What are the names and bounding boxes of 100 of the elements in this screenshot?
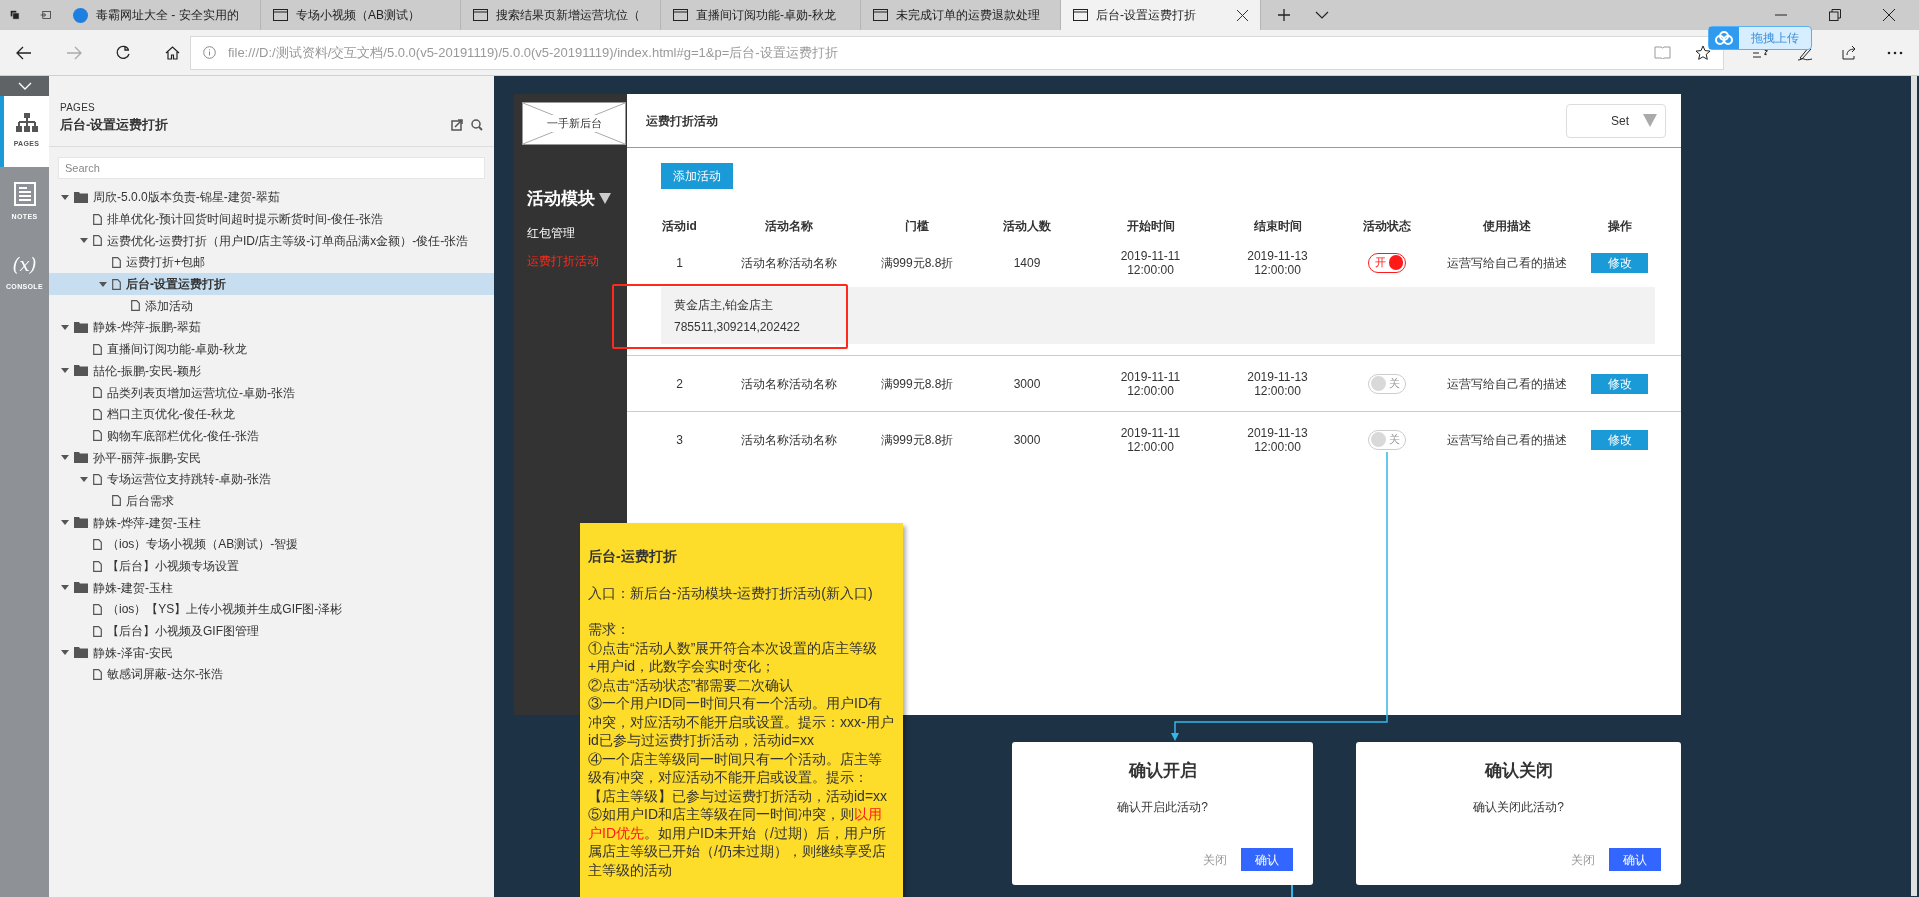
share-icon[interactable]: [1842, 45, 1858, 60]
requirement-text: ④一个店主等级同一时间只有一个活动。店主等级有冲突，对应活动不能开启或设置。提示：【店主等级】已参与过运费打折活动，活动id=xx: [588, 749, 889, 805]
tab-preview-icon[interactable]: [39, 8, 51, 22]
page-search-icon[interactable]: [471, 118, 483, 131]
expand-caret-icon[interactable]: [61, 585, 69, 591]
dialog-title: 确认关闭: [1484, 760, 1553, 782]
table-cell-text: 3: [676, 431, 683, 449]
nav-item[interactable]: 红包管理: [527, 223, 627, 242]
column-header: 开始时间: [1125, 218, 1176, 235]
table-cell: 2019-11-13 12:00:00: [1247, 369, 1308, 398]
expand-caret-icon[interactable]: [61, 650, 69, 656]
column-header: 门槛: [904, 218, 930, 235]
site-icon: [73, 7, 88, 23]
table-cell: 2019-11-13 12:00:00: [1247, 248, 1308, 277]
dropdown-triangle-icon: [1643, 114, 1657, 127]
chevron-down-icon[interactable]: [1315, 10, 1329, 20]
page-icon: [673, 9, 688, 21]
page-item[interactable]: 购物车底部栏优化-俊任-张浩: [49, 425, 494, 447]
restore-icon[interactable]: [1829, 9, 1841, 21]
table-cell-text: 活动名称活动名称: [740, 254, 837, 272]
folder-item[interactable]: 静姝-泽宙-安民: [49, 641, 494, 664]
page-item[interactable]: 直播间订阅功能-卓勋-秋龙: [49, 338, 494, 360]
folder-icon: [74, 517, 88, 529]
search-field[interactable]: Search: [58, 156, 485, 179]
folder-item[interactable]: 周欣-5.0.0版本负责-锦星-建贺-翠茹: [49, 186, 494, 209]
more-icon[interactable]: [1887, 50, 1903, 55]
collapse-chevron-icon[interactable]: [17, 82, 32, 90]
expand-caret-icon[interactable]: [61, 520, 69, 526]
table-cell: 2019-11-11 12:00:00: [1120, 425, 1181, 454]
participant-count[interactable]: 3000: [1013, 374, 1041, 393]
close-tab-icon[interactable]: [1237, 9, 1248, 21]
page-icon: [93, 387, 102, 399]
expand-caret-icon[interactable]: [61, 324, 69, 330]
refresh-icon[interactable]: [116, 45, 131, 60]
folder-item[interactable]: 静姝-烨萍-建贺-玉柱: [49, 511, 494, 534]
folder-icon: [74, 191, 88, 203]
page-icon: [93, 343, 102, 355]
note-entry: 入口：新后台-活动模块-运费打折活动(新入口): [588, 583, 874, 602]
page-icon: [93, 625, 102, 637]
page-icon: [873, 9, 888, 21]
cloud-icon: [1714, 31, 1734, 45]
participant-count[interactable]: 3000: [1013, 430, 1041, 449]
page-item[interactable]: 运费优化-运费打折（用户ID/店主等级-订单商品满x金额）-俊任-张浩: [49, 229, 494, 252]
star-icon[interactable]: [1695, 44, 1711, 61]
nav-heading[interactable]: 活动模块: [527, 186, 595, 212]
back-icon[interactable]: [16, 45, 32, 60]
note-title: 后台-运费打折: [588, 547, 678, 566]
page-item[interactable]: 【后台】小视频专场设置: [49, 555, 494, 577]
scrollbar[interactable]: [1911, 76, 1917, 896]
page-item[interactable]: 后台-设置运费打折: [49, 273, 494, 295]
status-toggle[interactable]: 开: [1367, 252, 1406, 273]
folder-item[interactable]: 孙平-丽萍-振鹏-安民: [49, 446, 494, 469]
export-icon[interactable]: [451, 118, 463, 131]
confirm-button[interactable]: 确认: [1609, 848, 1661, 871]
column-header: 活动id: [661, 218, 698, 235]
participant-count[interactable]: 1409: [1013, 253, 1041, 272]
page-item[interactable]: 运费打折+包邮: [49, 251, 494, 274]
dialog-message: 确认关闭此活动?: [1473, 798, 1564, 816]
page-item[interactable]: 后台需求: [49, 490, 494, 512]
page-icon: [93, 213, 102, 225]
table-cell-text: 活动名称活动名称: [740, 431, 837, 449]
page-item[interactable]: 添加活动: [49, 294, 494, 317]
expand-caret-icon[interactable]: [80, 238, 88, 244]
browser-tab[interactable]: 后台-设置运费打折: [1061, 0, 1261, 30]
info-icon: [203, 46, 216, 59]
page-icon: [112, 278, 121, 290]
table-cell-text: 满999元8.8折: [880, 254, 954, 272]
page-item[interactable]: 敏感词屏蔽-达尔-张浩: [49, 663, 494, 686]
table-cell-text: 活动名称活动名称: [740, 375, 837, 393]
folder-item[interactable]: 静姝-建贺-玉柱: [49, 576, 494, 599]
notes-icon: [13, 182, 36, 207]
set-dropdown[interactable]: Set: [1566, 103, 1666, 138]
expand-caret-icon[interactable]: [61, 368, 69, 374]
page-icon: [93, 668, 102, 680]
page-item[interactable]: 档口主页优化-俊任-秋龙: [49, 403, 494, 426]
tab-set-aside-icon[interactable]: [10, 8, 20, 22]
folder-item[interactable]: 喆伦-振鹏-安民-颖彤: [49, 360, 494, 382]
home-icon[interactable]: [165, 45, 180, 60]
close-icon[interactable]: [1883, 9, 1895, 21]
column-header: 活动人数: [1002, 218, 1052, 235]
folder-icon: [74, 365, 88, 377]
expand-caret-icon[interactable]: [61, 194, 69, 200]
page-item[interactable]: （ios）专场小视频（AB测试）-智援: [49, 533, 494, 556]
page-item[interactable]: 排单优化-预计回货时间超时提示断货时间-俊任-张浩: [49, 208, 494, 230]
table-cell-text: 运营写给自己看的描述: [1446, 431, 1567, 449]
page-icon: [93, 235, 102, 247]
page-item[interactable]: （ios）【YS】上传小视频并生成GIF图-泽彬: [49, 598, 494, 621]
expand-caret-icon[interactable]: [61, 455, 69, 461]
requirement-text: ⑤如用户ID和店主等级在同一时间冲突，则以用户ID优先。如用户ID未开始（/过期）后，用户所属店主等级已开始（/仍未过期），则继续享受店主等级的活动: [588, 805, 887, 879]
expand-caret-icon[interactable]: [99, 281, 107, 287]
page-icon: [93, 408, 102, 420]
page-item[interactable]: 品类列表页增加运营坑位-卓勋-张浩: [49, 381, 494, 404]
logo-text: 一手新后台: [544, 115, 604, 132]
page-item[interactable]: 专场运营位支持跳转-卓勋-张浩: [49, 468, 494, 491]
confirm-button[interactable]: 确认: [1241, 848, 1293, 871]
folder-item[interactable]: 静姝-烨萍-振鹏-翠茹: [49, 316, 494, 339]
expand-caret-icon[interactable]: [80, 476, 88, 482]
new-tab-icon[interactable]: [1277, 8, 1291, 22]
page-item[interactable]: 【后台】小视频及GIF图管理: [49, 620, 494, 642]
dropdown-triangle-icon[interactable]: [599, 193, 611, 205]
